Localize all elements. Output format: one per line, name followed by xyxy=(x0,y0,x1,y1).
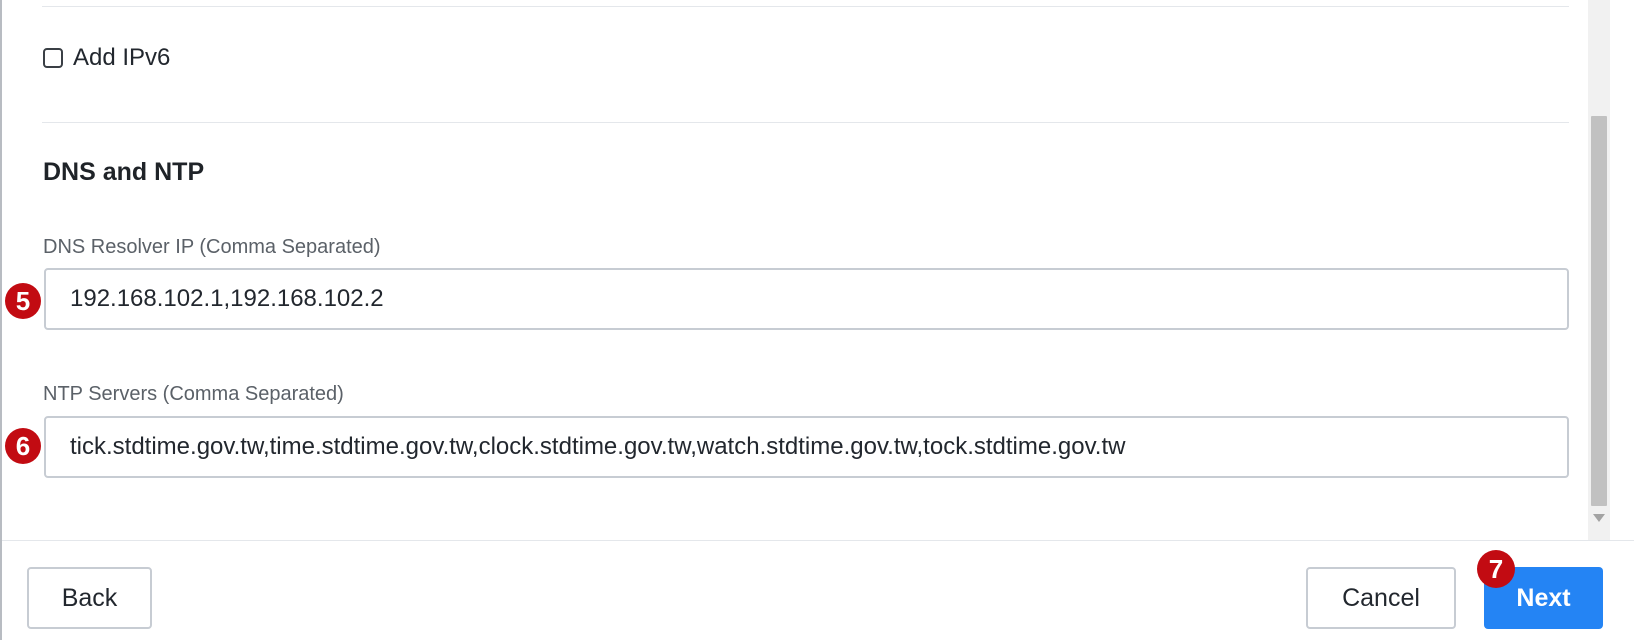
wizard-dialog: Add IPv6 DNS and NTP DNS Resolver IP (Co… xyxy=(0,0,1634,640)
add-ipv6-checkbox[interactable] xyxy=(43,48,63,68)
ntp-servers-input[interactable] xyxy=(44,416,1569,478)
back-button[interactable]: Back xyxy=(27,567,152,629)
wizard-scroll-content: Add IPv6 DNS and NTP DNS Resolver IP (Co… xyxy=(2,0,1610,540)
scroll-down-arrow-icon[interactable] xyxy=(1593,514,1605,522)
vertical-scrollbar[interactable] xyxy=(1588,0,1610,540)
dns-resolver-label: DNS Resolver IP (Comma Separated) xyxy=(43,236,381,258)
section-divider-top xyxy=(42,6,1569,7)
dns-resolver-input[interactable] xyxy=(44,268,1569,330)
add-ipv6-checkbox-row[interactable]: Add IPv6 xyxy=(43,44,170,72)
step-badge-dns: 5 xyxy=(5,283,41,319)
step-badge-next: 7 xyxy=(1477,550,1515,588)
scrollbar-thumb[interactable] xyxy=(1591,116,1607,506)
cancel-button[interactable]: Cancel xyxy=(1306,567,1456,629)
dns-ntp-section-title: DNS and NTP xyxy=(43,158,205,186)
add-ipv6-label: Add IPv6 xyxy=(73,44,171,71)
section-divider xyxy=(42,122,1569,123)
step-badge-ntp: 6 xyxy=(5,428,41,464)
wizard-footer: Back Cancel Next xyxy=(2,540,1634,640)
ntp-servers-label: NTP Servers (Comma Separated) xyxy=(43,383,344,405)
